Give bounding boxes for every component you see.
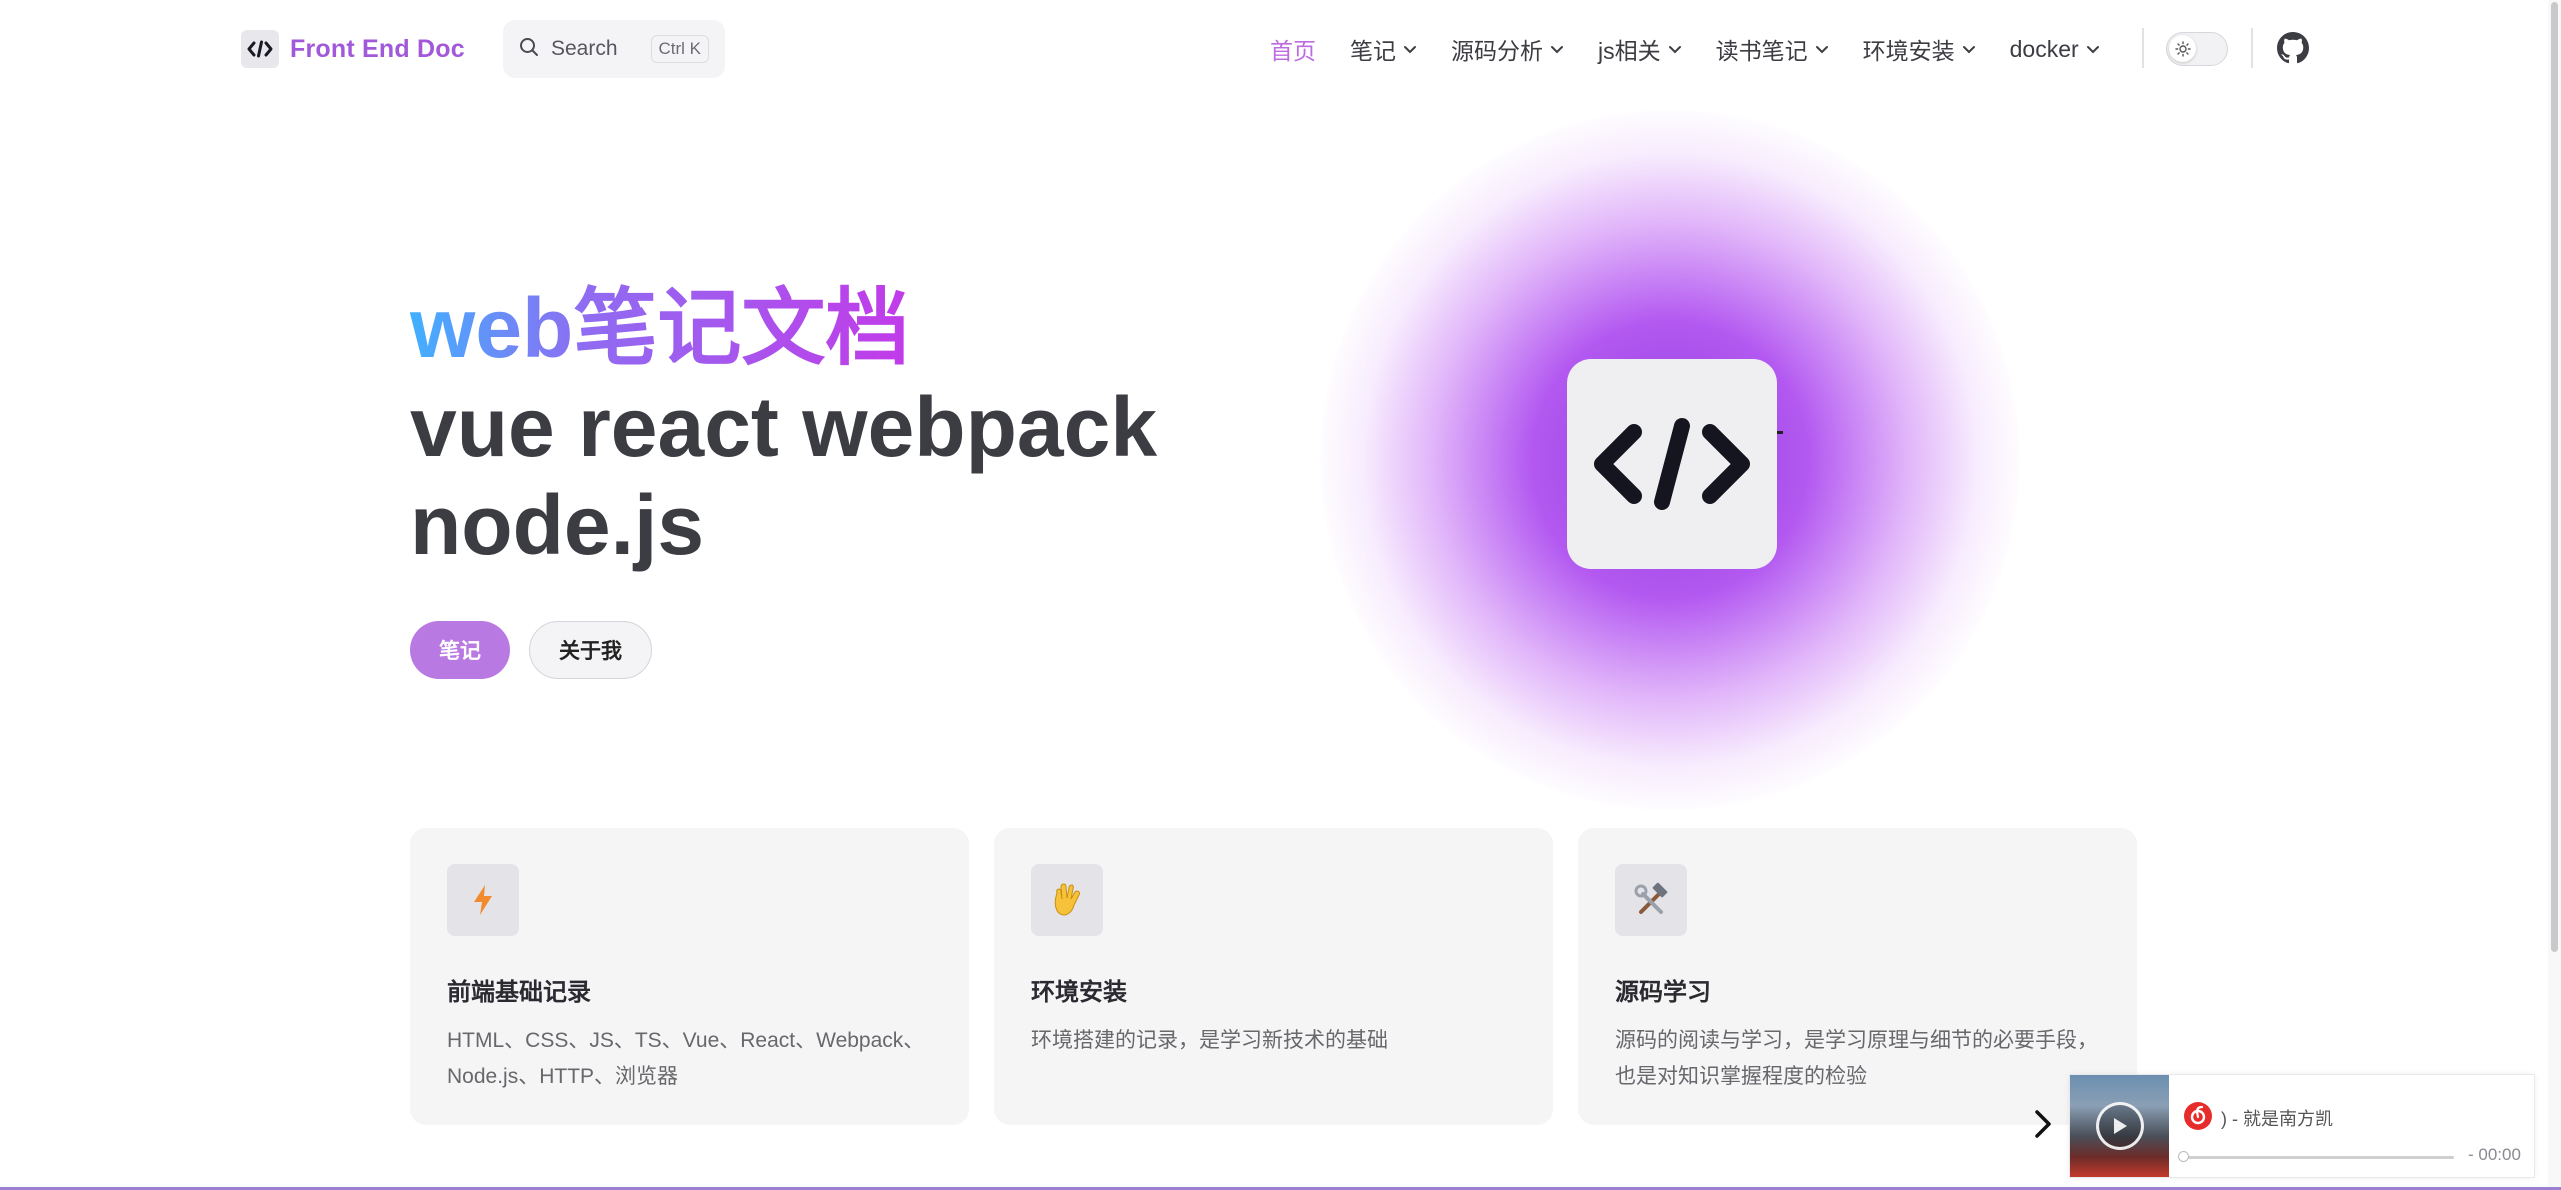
feature-title: 前端基础记录 [447, 979, 591, 1006]
progress-handle[interactable] [2178, 1151, 2189, 1162]
feature-details: HTML、CSS、JS、TS、Vue、React、Webpack、Node.js… [447, 1029, 925, 1088]
nav-menu: 首页 笔记 源码分析 js相关 读书笔记 环境安装 docker [1270, 30, 2134, 68]
hammer-wrench-icon [1615, 864, 1687, 936]
top-navbar: Front End Doc Search Ctrl K 首页 笔记 源码分析 j… [0, 0, 2561, 98]
feature-details: 环境搭建的记录，是学习新技术的基础 [1031, 1029, 1388, 1052]
song-title: ) - 就是南方凯 [2221, 1109, 2333, 1129]
hero-name: web笔记文档 [410, 281, 910, 375]
code-brackets-icon [241, 30, 279, 68]
hero-text-line: node.js [410, 478, 705, 572]
feature-card: 前端基础记录 HTML、CSS、JS、TS、Vue、React、Webpack、… [410, 828, 969, 1125]
nav-item-label: 笔记 [1350, 38, 1396, 64]
brand-link[interactable]: Front End Doc [241, 30, 465, 68]
nav-item-label: 源码分析 [1451, 38, 1543, 64]
search-icon [519, 37, 539, 62]
netease-music-icon [2183, 1101, 2213, 1131]
sun-icon [2169, 35, 2196, 62]
scrollbar-thumb[interactable] [2551, 2, 2558, 952]
chevron-down-icon [1404, 45, 1416, 53]
chevron-down-icon [1668, 45, 1681, 53]
theme-toggle[interactable] [2166, 32, 2228, 66]
feature-card: 环境安装 环境搭建的记录，是学习新技术的基础 [994, 828, 1553, 1125]
play-icon[interactable] [2096, 1102, 2144, 1150]
nav-item-reading-notes[interactable]: 读书笔记 [1716, 32, 1829, 66]
github-icon[interactable] [2277, 32, 2309, 69]
feature-title: 源码学习 [1615, 979, 1711, 1006]
nav-divider [2142, 28, 2144, 68]
search-button[interactable]: Search Ctrl K [503, 20, 725, 78]
chevron-down-icon [1551, 45, 1563, 53]
scrollbar[interactable] [2548, 0, 2561, 1190]
nav-item-label: js相关 [1598, 38, 1661, 64]
nav-item-label: 读书笔记 [1715, 38, 1808, 64]
hero-image [1567, 359, 1783, 569]
album-cover [2070, 1075, 2169, 1177]
vulcan-salute-icon [1031, 864, 1103, 936]
music-player: ) - 就是南方凯 - 00:00 [2069, 1074, 2535, 1178]
nav-item-docker[interactable]: docker [2010, 36, 2100, 63]
nav-item-source-analysis[interactable]: 源码分析 [1451, 32, 1564, 66]
feature-card: 源码学习 源码的阅读与学习，是学习原理与细节的必要手段，也是对知识掌握程度的检验 [1578, 828, 2137, 1125]
nav-divider [2251, 28, 2253, 68]
feature-title: 环境安装 [1031, 979, 1127, 1006]
nav-item-label: docker [2009, 35, 2079, 62]
notes-button[interactable]: 笔记 [410, 621, 510, 679]
progress-bar[interactable] [2182, 1156, 2454, 1159]
nav-item-label: 环境安装 [1862, 38, 1955, 64]
code-brackets-icon [1594, 418, 1750, 510]
nav-item-notes[interactable]: 笔记 [1350, 32, 1417, 66]
search-label: Search [551, 37, 618, 60]
nav-item-home[interactable]: 首页 [1270, 32, 1316, 66]
site-title: Front End Doc [290, 34, 465, 63]
hero-text-line: vue react webpack [410, 380, 1158, 474]
about-me-button[interactable]: 关于我 [529, 621, 652, 679]
time-display: - 00:00 [2468, 1145, 2521, 1164]
chevron-right-icon [2035, 1110, 2051, 1138]
feature-details: 源码的阅读与学习，是学习原理与细节的必要手段，也是对知识掌握程度的检验 [1615, 1029, 2098, 1088]
chevron-down-icon [1962, 45, 1975, 53]
lightning-icon [447, 864, 519, 936]
hero-text: vue react webpack node.js [410, 378, 1230, 574]
nav-item-environment[interactable]: 环境安装 [1863, 32, 1976, 66]
hero-actions: 笔记 关于我 [410, 621, 652, 679]
search-shortcut: Ctrl K [650, 35, 709, 63]
nav-item-js[interactable]: js相关 [1598, 32, 1682, 66]
chevron-down-icon [1815, 45, 1828, 53]
nav-item-label: 首页 [1270, 38, 1316, 64]
player-toggle-arrow[interactable] [2033, 1108, 2053, 1145]
chevron-down-icon [2086, 45, 2099, 53]
